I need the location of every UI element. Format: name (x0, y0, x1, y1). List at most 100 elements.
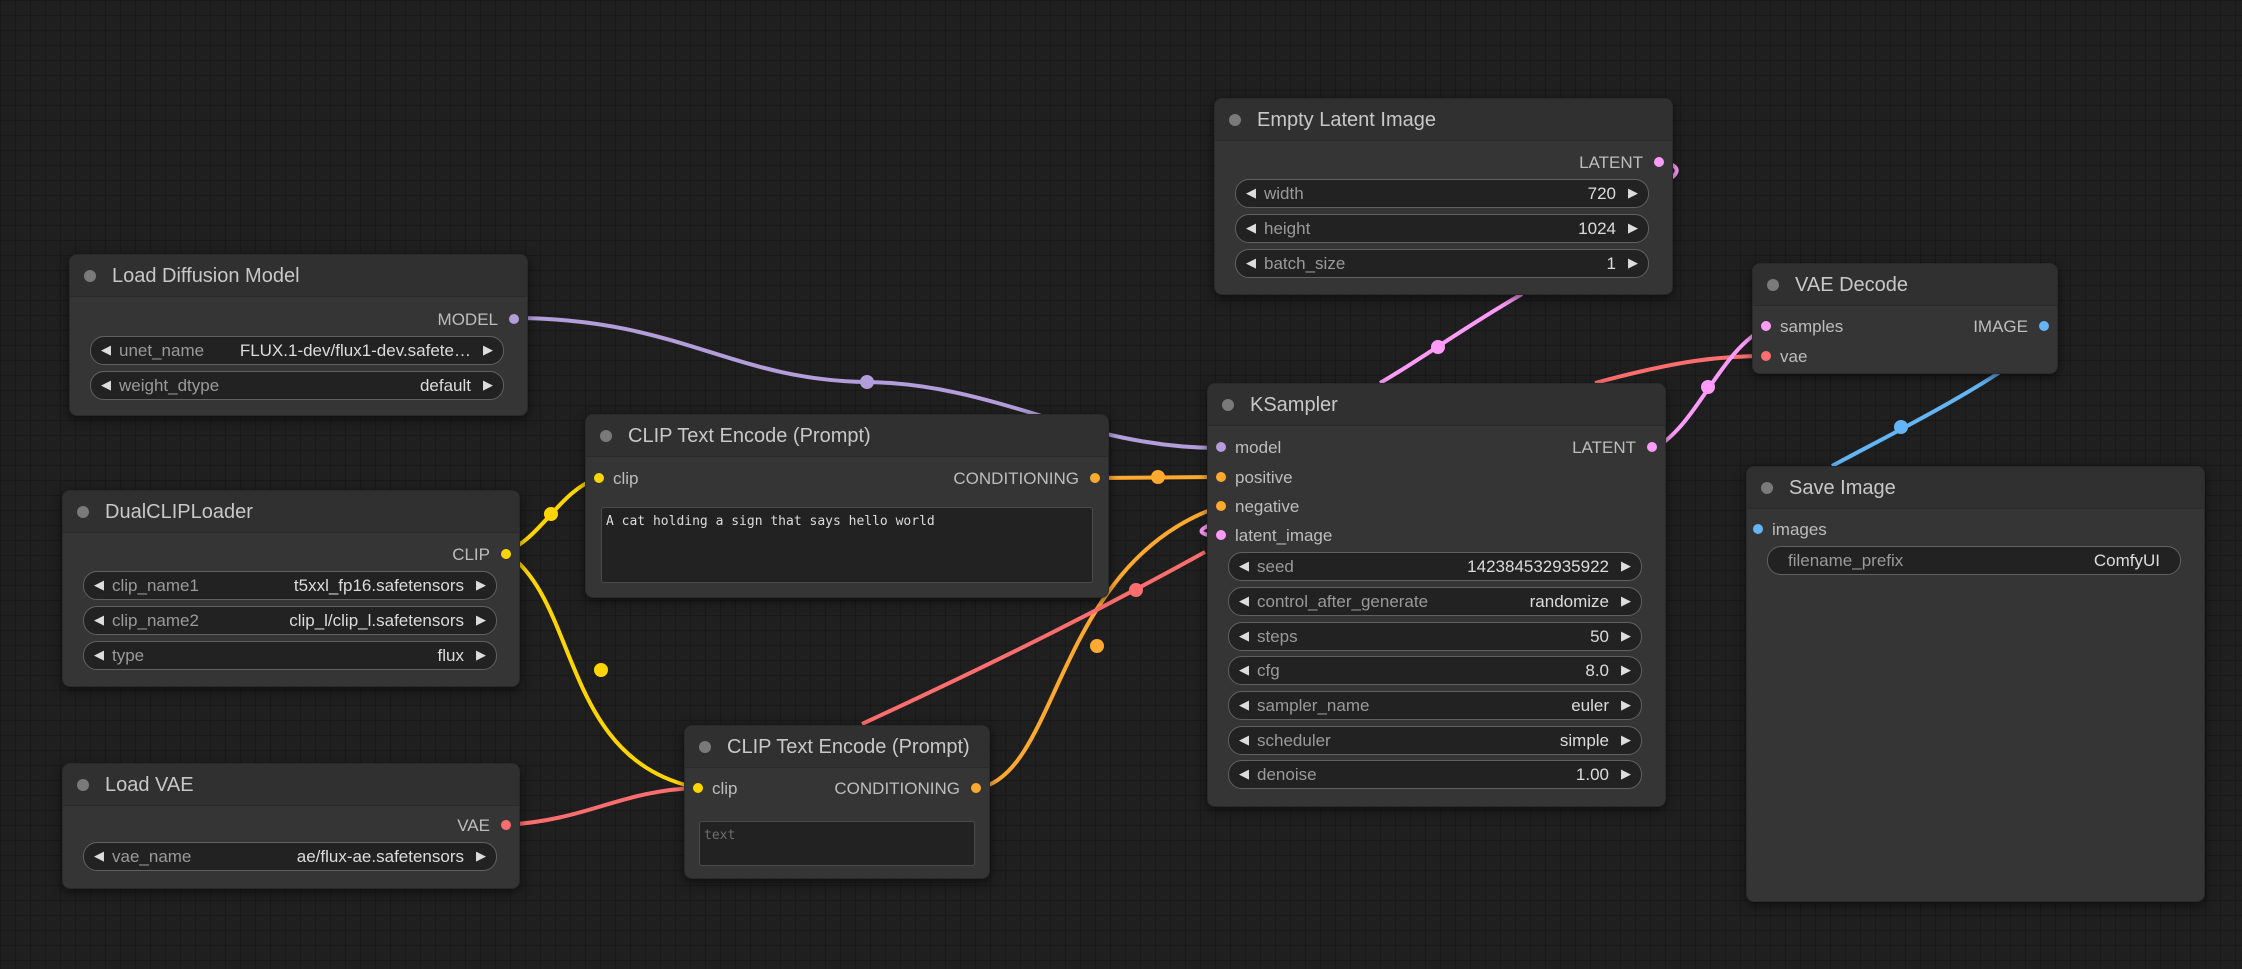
decrement-arrow-icon[interactable]: ◀ (99, 341, 113, 359)
decrement-arrow-icon[interactable]: ◀ (1237, 661, 1251, 679)
decrement-arrow-icon[interactable]: ◀ (1237, 731, 1251, 749)
collapse-toggle[interactable] (600, 430, 612, 442)
widget-height[interactable]: ◀ height 1024 ▶ (1235, 214, 1649, 243)
increment-arrow-icon[interactable]: ▶ (1626, 254, 1640, 272)
output-slot-model[interactable]: MODEL (327, 308, 527, 332)
decrement-arrow-icon[interactable]: ◀ (92, 611, 106, 629)
increment-arrow-icon[interactable]: ▶ (1619, 557, 1633, 575)
decrement-arrow-icon[interactable]: ◀ (1244, 254, 1258, 272)
increment-arrow-icon[interactable]: ▶ (481, 341, 495, 359)
input-slot-positive[interactable]: positive (1208, 466, 1408, 490)
increment-arrow-icon[interactable]: ▶ (1619, 627, 1633, 645)
input-slot-model[interactable]: model (1208, 436, 1408, 460)
widget-unet-name[interactable]: ◀ unet_name FLUX.1-dev/flux1-dev.safete…… (90, 336, 504, 365)
widget-steps[interactable]: ◀ steps 50 ▶ (1228, 622, 1642, 651)
node-ksampler[interactable]: KSampler model LATENT positive negative … (1207, 383, 1666, 807)
widget-batch-size[interactable]: ◀ batch_size 1 ▶ (1235, 249, 1649, 278)
decrement-arrow-icon[interactable]: ◀ (1244, 219, 1258, 237)
output-slot-vae[interactable]: VAE (319, 814, 519, 838)
increment-arrow-icon[interactable]: ▶ (474, 576, 488, 594)
decrement-arrow-icon[interactable]: ◀ (1244, 184, 1258, 202)
decrement-arrow-icon[interactable]: ◀ (99, 376, 113, 394)
node-title-bar[interactable]: Load VAE (63, 764, 519, 806)
widget-seed[interactable]: ◀ seed 142384532935922 ▶ (1228, 552, 1642, 581)
input-slot-latent-image[interactable]: latent_image (1208, 524, 1408, 548)
increment-arrow-icon[interactable]: ▶ (474, 847, 488, 865)
slot-connector-icon[interactable] (971, 783, 981, 793)
increment-arrow-icon[interactable]: ▶ (1626, 184, 1640, 202)
collapse-toggle[interactable] (1767, 279, 1779, 291)
node-load-diffusion-model[interactable]: Load Diffusion Model MODEL ◀ unet_name F… (69, 254, 528, 416)
decrement-arrow-icon[interactable]: ◀ (1237, 557, 1251, 575)
collapse-toggle[interactable] (77, 779, 89, 791)
node-title-bar[interactable]: DualCLIPLoader (63, 491, 519, 533)
collapse-toggle[interactable] (84, 270, 96, 282)
node-save-image[interactable]: Save Image images filename_prefix ComfyU… (1746, 466, 2205, 902)
slot-connector-icon[interactable] (1654, 157, 1664, 167)
decrement-arrow-icon[interactable]: ◀ (92, 847, 106, 865)
increment-arrow-icon[interactable]: ▶ (1619, 765, 1633, 783)
increment-arrow-icon[interactable]: ▶ (1626, 219, 1640, 237)
slot-connector-icon[interactable] (1216, 442, 1226, 452)
increment-arrow-icon[interactable]: ▶ (1619, 696, 1633, 714)
slot-connector-icon[interactable] (501, 820, 511, 830)
output-slot-image[interactable]: IMAGE (1937, 315, 2057, 339)
decrement-arrow-icon[interactable]: ◀ (92, 646, 106, 664)
decrement-arrow-icon[interactable]: ◀ (1237, 592, 1251, 610)
collapse-toggle[interactable] (1222, 399, 1234, 411)
output-slot-conditioning[interactable]: CONDITIONING (789, 777, 989, 801)
increment-arrow-icon[interactable]: ▶ (1619, 661, 1633, 679)
increment-arrow-icon[interactable]: ▶ (474, 611, 488, 629)
slot-connector-icon[interactable] (1216, 530, 1226, 540)
node-title-bar[interactable]: KSampler (1208, 384, 1665, 426)
node-dual-clip-loader[interactable]: DualCLIPLoader CLIP ◀ clip_name1 t5xxl_f… (62, 490, 520, 687)
node-title-bar[interactable]: Save Image (1747, 467, 2204, 509)
collapse-toggle[interactable] (1761, 482, 1773, 494)
node-load-vae[interactable]: Load VAE VAE ◀ vae_name ae/flux-ae.safet… (62, 763, 520, 889)
widget-scheduler[interactable]: ◀ scheduler simple ▶ (1228, 726, 1642, 755)
output-slot-latent[interactable]: LATENT (1515, 436, 1665, 460)
decrement-arrow-icon[interactable]: ◀ (92, 576, 106, 594)
collapse-toggle[interactable] (77, 506, 89, 518)
input-slot-vae[interactable]: vae (1753, 345, 1903, 369)
node-title-bar[interactable]: CLIP Text Encode (Prompt) (586, 415, 1108, 457)
output-slot-latent[interactable]: LATENT (1472, 151, 1672, 175)
widget-vae-name[interactable]: ◀ vae_name ae/flux-ae.safetensors ▶ (83, 842, 497, 871)
slot-connector-icon[interactable] (1647, 442, 1657, 452)
input-slot-samples[interactable]: samples (1753, 315, 1903, 339)
output-slot-clip[interactable]: CLIP (319, 543, 519, 567)
slot-connector-icon[interactable] (1216, 501, 1226, 511)
slot-connector-icon[interactable] (1761, 321, 1771, 331)
increment-arrow-icon[interactable]: ▶ (1619, 731, 1633, 749)
widget-sampler-name[interactable]: ◀ sampler_name euler ▶ (1228, 691, 1642, 720)
slot-connector-icon[interactable] (509, 314, 519, 324)
slot-connector-icon[interactable] (1753, 524, 1763, 534)
widget-denoise[interactable]: ◀ denoise 1.00 ▶ (1228, 760, 1642, 789)
node-empty-latent-image[interactable]: Empty Latent Image LATENT ◀ width 720 ▶ … (1214, 98, 1673, 295)
increment-arrow-icon[interactable]: ▶ (1619, 592, 1633, 610)
widget-type[interactable]: ◀ type flux ▶ (83, 641, 497, 670)
input-slot-clip[interactable]: clip (586, 467, 736, 491)
increment-arrow-icon[interactable]: ▶ (481, 376, 495, 394)
widget-weight-dtype[interactable]: ◀ weight_dtype default ▶ (90, 371, 504, 400)
slot-connector-icon[interactable] (1761, 351, 1771, 361)
input-slot-clip[interactable]: clip (685, 777, 785, 801)
decrement-arrow-icon[interactable]: ◀ (1237, 765, 1251, 783)
widget-filename-prefix[interactable]: filename_prefix ComfyUI (1767, 546, 2181, 575)
slot-connector-icon[interactable] (693, 783, 703, 793)
node-vae-decode[interactable]: VAE Decode samples IMAGE vae (1752, 263, 2058, 374)
slot-connector-icon[interactable] (1216, 472, 1226, 482)
node-clip-text-encode-positive[interactable]: CLIP Text Encode (Prompt) clip CONDITION… (585, 414, 1109, 598)
slot-connector-icon[interactable] (1090, 473, 1100, 483)
widget-clip-name2[interactable]: ◀ clip_name2 clip_l/clip_l.safetensors ▶ (83, 606, 497, 635)
node-title-bar[interactable]: VAE Decode (1753, 264, 2057, 306)
collapse-toggle[interactable] (1229, 114, 1241, 126)
node-title-bar[interactable]: Empty Latent Image (1215, 99, 1672, 141)
prompt-textarea[interactable]: text (699, 821, 975, 866)
slot-connector-icon[interactable] (501, 549, 511, 559)
widget-cfg[interactable]: ◀ cfg 8.0 ▶ (1228, 656, 1642, 685)
prompt-textarea[interactable]: A cat holding a sign that says hello wor… (601, 507, 1093, 583)
widget-clip-name1[interactable]: ◀ clip_name1 t5xxl_fp16.safetensors ▶ (83, 571, 497, 600)
decrement-arrow-icon[interactable]: ◀ (1237, 696, 1251, 714)
widget-width[interactable]: ◀ width 720 ▶ (1235, 179, 1649, 208)
